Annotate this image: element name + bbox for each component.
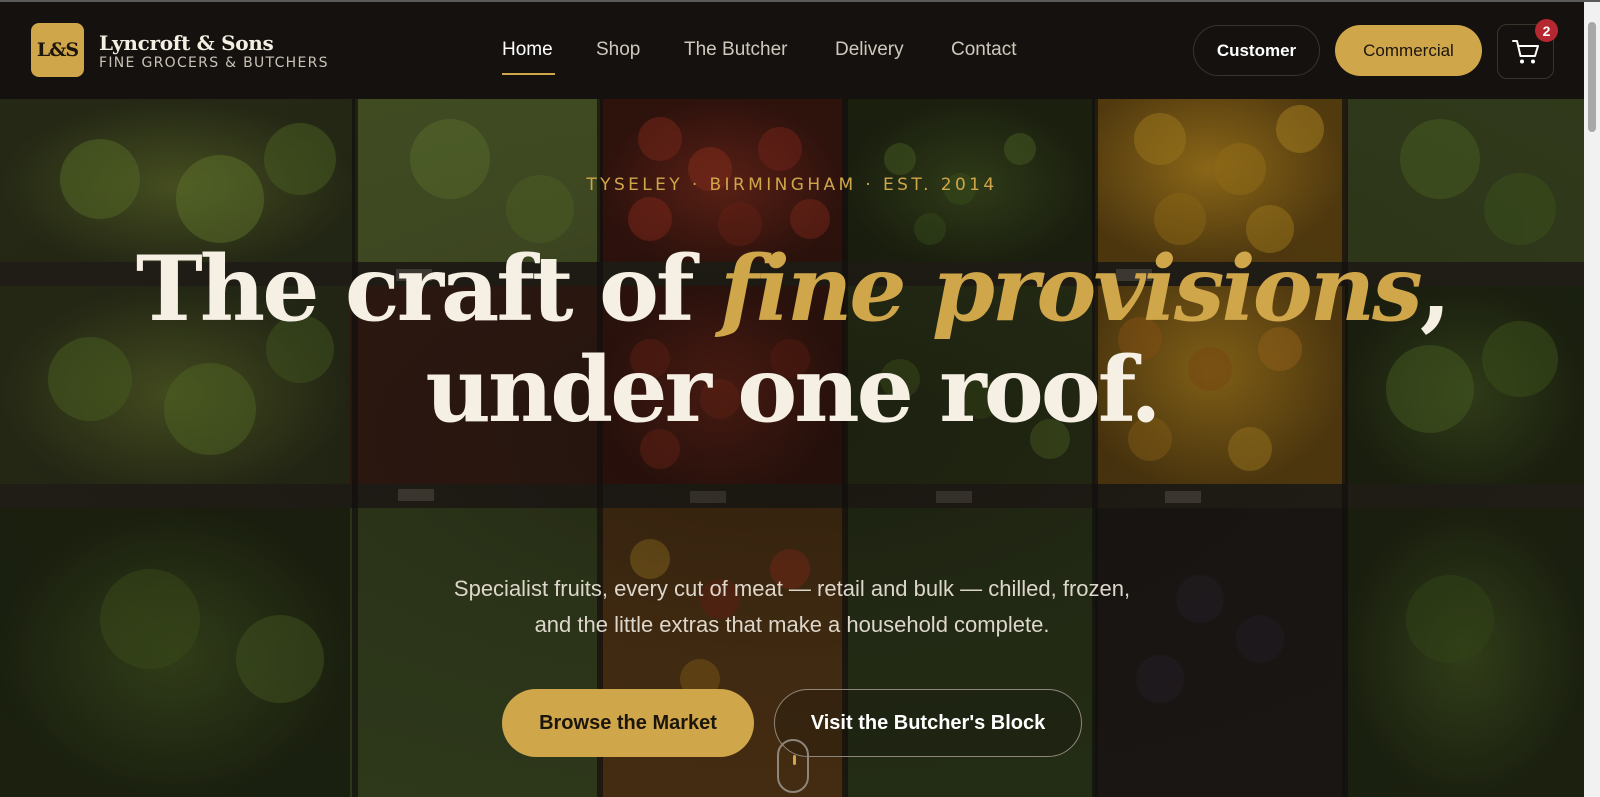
brand-tagline: FINE GROCERS & BUTCHERS	[99, 55, 329, 71]
cart-count-badge: 2	[1535, 19, 1558, 42]
hero-subcopy-line-2: and the little extras that make a househ…	[534, 612, 1050, 637]
browse-market-button[interactable]: Browse the Market	[502, 689, 754, 757]
hero-subcopy: Specialist fruits, every cut of meat — r…	[0, 571, 1584, 643]
nav-item-delivery[interactable]: Delivery	[835, 39, 904, 61]
site-header: L&S Lyncroft & Sons FINE GROCERS & BUTCH…	[0, 2, 1584, 99]
scroll-indicator-dot	[793, 755, 796, 765]
customer-button[interactable]: Customer	[1193, 25, 1320, 76]
nav-item-home[interactable]: Home	[502, 39, 553, 61]
visit-butchers-block-button[interactable]: Visit the Butcher's Block	[774, 689, 1082, 757]
brand-name[interactable]: Lyncroft & Sons	[99, 31, 274, 55]
hero-headline: The craft of fine provisions, under one …	[0, 239, 1584, 441]
brand-logo[interactable]: L&S	[31, 23, 84, 77]
nav-active-underline	[502, 73, 555, 75]
commercial-button[interactable]: Commercial	[1335, 25, 1482, 76]
headline-accent: fine provisions	[720, 236, 1423, 342]
nav-item-shop[interactable]: Shop	[596, 39, 640, 61]
headline-part-1: The craft of	[135, 236, 721, 342]
hero-section: TYSELEY · BIRMINGHAM · EST. 2014 The cra…	[0, 99, 1584, 797]
nav-item-contact[interactable]: Contact	[951, 39, 1016, 61]
nav-item-the-butcher[interactable]: The Butcher	[684, 39, 788, 61]
hero-eyebrow: TYSELEY · BIRMINGHAM · EST. 2014	[586, 175, 998, 195]
scrollbar-thumb[interactable]	[1588, 22, 1596, 132]
hero-subcopy-line-1: Specialist fruits, every cut of meat — r…	[453, 576, 1131, 601]
scroll-down-indicator[interactable]	[777, 739, 809, 793]
page-scrollbar[interactable]	[1584, 2, 1600, 797]
cart-icon	[1511, 39, 1539, 63]
